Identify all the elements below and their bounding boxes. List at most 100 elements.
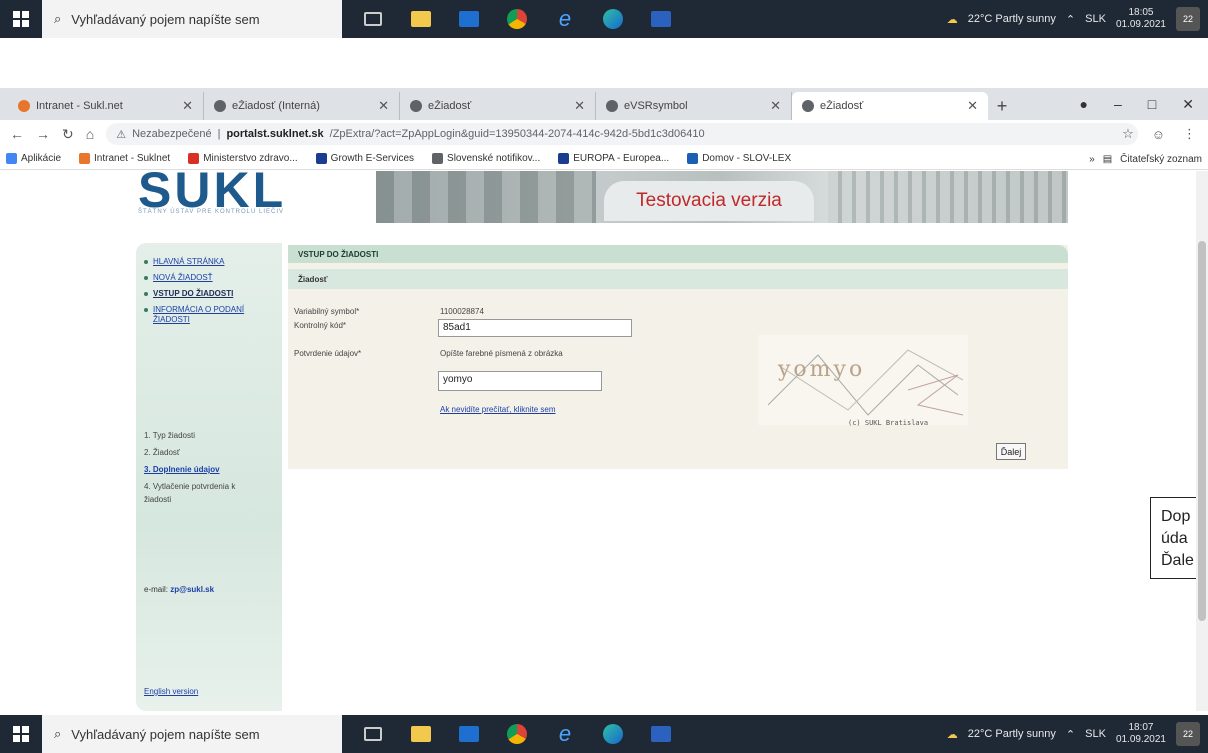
bookmarks-more-icon[interactable]: » bbox=[1089, 154, 1095, 165]
bookmark-label: Slovenské notifikov... bbox=[447, 153, 541, 164]
step-item-active[interactable]: 3. Doplnenie údajov bbox=[144, 463, 254, 476]
task-view-icon[interactable] bbox=[356, 719, 390, 749]
callout-line: Dop bbox=[1161, 508, 1191, 525]
tab[interactable]: eVSRsymbol ✕ bbox=[596, 92, 792, 120]
bookmark-icon bbox=[315, 153, 327, 164]
nav-item-home[interactable]: HLAVNÁ STRÁNKA bbox=[144, 257, 282, 267]
bookmark-label: EUROPA - Europea... bbox=[573, 153, 670, 164]
star-icon[interactable]: ☆ bbox=[1122, 126, 1134, 142]
taskbar-bottom: ⌕ Vyhľadávaný pojem napíšte sem e ☁ 22°C… bbox=[0, 715, 1208, 753]
email-link[interactable]: zp@sukl.sk bbox=[170, 585, 214, 594]
bookmark[interactable]: EUROPA - Europea... bbox=[558, 153, 669, 164]
nav-item-enter-request[interactable]: VSTUP DO ŽIADOSTI bbox=[144, 289, 282, 299]
page-scrollbar[interactable] bbox=[1196, 171, 1208, 711]
bullet-icon bbox=[144, 308, 148, 312]
tab[interactable]: Intranet - Sukl.net ✕ bbox=[8, 92, 204, 120]
back-icon[interactable]: ← bbox=[10, 126, 24, 142]
url-host: portalst.suklnet.sk bbox=[226, 128, 324, 140]
new-tab-button[interactable]: + bbox=[988, 92, 1016, 120]
email-label: e-mail: bbox=[144, 585, 169, 594]
edge-icon[interactable] bbox=[596, 719, 630, 749]
clock[interactable]: 18:05 01.09.2021 bbox=[1116, 7, 1166, 31]
english-version-link[interactable]: English version bbox=[144, 687, 198, 696]
close-icon[interactable]: ✕ bbox=[574, 98, 585, 114]
clock-date: 01.09.2021 bbox=[1115, 19, 1166, 30]
url-field[interactable]: ⚠ Nezabezpečené | portalst.suklnet.sk/Zp… bbox=[106, 123, 1138, 145]
outlook-icon[interactable] bbox=[452, 4, 486, 34]
close-icon[interactable]: ✕ bbox=[378, 98, 389, 114]
forward-icon[interactable]: → bbox=[36, 126, 50, 142]
bookmark[interactable]: Intranet - Suklnet bbox=[79, 153, 170, 164]
close-icon[interactable]: ✕ bbox=[967, 98, 978, 114]
bookmark-icon bbox=[79, 153, 91, 164]
nav-link[interactable]: NOVÁ ŽIADOSŤ bbox=[153, 273, 213, 283]
outlook-app-icon[interactable] bbox=[644, 4, 678, 34]
taskbar-search[interactable]: ⌕ Vyhľadávaný pojem napíšte sem bbox=[42, 715, 342, 753]
bookmark[interactable]: Domov - SLOV-LEX bbox=[687, 153, 791, 164]
account-icon[interactable]: ☺ bbox=[1152, 127, 1165, 142]
tab-title: eŽiadosť bbox=[428, 100, 472, 112]
close-icon[interactable]: ✕ bbox=[182, 98, 193, 114]
bookmark[interactable]: Growth E-Services bbox=[315, 153, 414, 164]
close-window-icon[interactable]: ✕ bbox=[1182, 96, 1194, 113]
profile-icon[interactable]: ● bbox=[1080, 96, 1088, 112]
tab-active[interactable]: eŽiadosť ✕ bbox=[792, 92, 988, 120]
language-indicator[interactable]: SLK bbox=[1085, 728, 1106, 740]
nav-item-new-request[interactable]: NOVÁ ŽIADOSŤ bbox=[144, 273, 282, 283]
bookmark-apps[interactable]: Aplikácie bbox=[6, 153, 61, 164]
file-explorer-icon[interactable] bbox=[404, 719, 438, 749]
step-item: 2. Žiadosť bbox=[144, 448, 180, 457]
internet-explorer-icon[interactable]: e bbox=[548, 4, 582, 34]
tray-chevron-icon[interactable]: ⌃ bbox=[1066, 728, 1075, 741]
variable-symbol-label: Variabilný symbol* bbox=[294, 307, 360, 316]
confirm-row: Potvrdenie údajov* bbox=[294, 349, 440, 358]
reading-list[interactable]: Čitateľský zoznam bbox=[1120, 154, 1202, 165]
control-code-input[interactable]: 85ad1 bbox=[438, 319, 632, 337]
tab[interactable]: eŽiadosť ✕ bbox=[400, 92, 596, 120]
captcha-input[interactable]: yomyo bbox=[438, 371, 602, 391]
edge-icon[interactable] bbox=[596, 4, 630, 34]
close-icon[interactable]: ✕ bbox=[770, 98, 781, 114]
bookmark[interactable]: Ministerstvo zdravo... bbox=[188, 153, 298, 164]
outlook-icon[interactable] bbox=[452, 719, 486, 749]
language-indicator[interactable]: SLK bbox=[1085, 13, 1106, 25]
clock-date: 01.09.2021 bbox=[1115, 734, 1166, 745]
start-button[interactable] bbox=[0, 715, 42, 753]
nav-link-current[interactable]: VSTUP DO ŽIADOSTI bbox=[153, 289, 233, 299]
notification-badge[interactable]: 22 bbox=[1176, 7, 1200, 31]
minimize-icon[interactable]: – bbox=[1114, 96, 1122, 112]
internet-explorer-icon[interactable]: e bbox=[548, 719, 582, 749]
start-button[interactable] bbox=[0, 0, 42, 38]
file-explorer-icon[interactable] bbox=[404, 4, 438, 34]
weather-text[interactable]: 22°C Partly sunny bbox=[968, 728, 1056, 740]
weather-icon: ☁ bbox=[946, 728, 958, 741]
sukl-logo[interactable]: SUKL ŠTÁTNY ÚSTAV PRE KONTROLU LIEČIV bbox=[138, 171, 368, 226]
menu-icon[interactable]: ⋮ bbox=[1183, 126, 1196, 142]
bookmark-label: Ministerstvo zdravo... bbox=[203, 153, 298, 164]
next-button[interactable]: Ďalej bbox=[996, 443, 1026, 460]
bookmark[interactable]: Slovenské notifikov... bbox=[432, 153, 540, 164]
home-icon[interactable]: ⌂ bbox=[86, 126, 94, 142]
tray-chevron-icon[interactable]: ⌃ bbox=[1066, 13, 1075, 26]
notification-badge[interactable]: 22 bbox=[1176, 722, 1200, 746]
tab[interactable]: eŽiadosť (Interná) ✕ bbox=[204, 92, 400, 120]
captcha-text: yomyo bbox=[778, 357, 866, 382]
callout-line: úda bbox=[1161, 530, 1188, 547]
banner-image bbox=[828, 171, 1068, 223]
captcha-refresh-link[interactable]: Ak nevidíte prečítať, kliknite sem bbox=[440, 405, 556, 414]
nav-link[interactable]: HLAVNÁ STRÁNKA bbox=[153, 257, 224, 267]
reload-icon[interactable]: ↻ bbox=[62, 126, 74, 143]
address-bar: ← → ↻ ⌂ ⚠ Nezabezpečené | portalst.sukln… bbox=[0, 120, 1208, 148]
nav-link[interactable]: INFORMÁCIA O PODANÍ ŽIADOSTI bbox=[153, 305, 282, 325]
nav-item-info[interactable]: INFORMÁCIA O PODANÍ ŽIADOSTI bbox=[144, 305, 282, 325]
maximize-icon[interactable]: □ bbox=[1148, 96, 1156, 112]
clock[interactable]: 18:07 01.09.2021 bbox=[1116, 722, 1166, 746]
chrome-icon[interactable] bbox=[500, 4, 534, 34]
task-view-icon[interactable] bbox=[356, 4, 390, 34]
taskbar-search[interactable]: ⌕ Vyhľadávaný pojem napíšte sem bbox=[42, 0, 342, 38]
scroll-thumb[interactable] bbox=[1198, 241, 1206, 621]
clock-time: 18:07 bbox=[1128, 722, 1154, 733]
outlook-app-icon[interactable] bbox=[644, 719, 678, 749]
weather-text[interactable]: 22°C Partly sunny bbox=[968, 13, 1056, 25]
chrome-icon[interactable] bbox=[500, 719, 534, 749]
